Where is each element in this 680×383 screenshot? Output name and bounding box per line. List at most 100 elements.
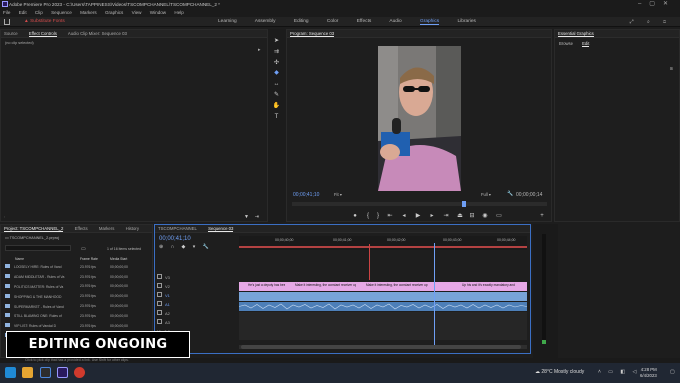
razor-tool-icon[interactable]: ◆ <box>272 69 281 78</box>
tab-source[interactable]: Source <box>4 31 18 36</box>
menu-clip[interactable]: Clip <box>35 10 43 15</box>
window-controls[interactable]: –▢✕ <box>638 0 676 7</box>
lock-icon[interactable] <box>157 301 162 306</box>
tab-learning[interactable]: Learning <box>218 19 237 24</box>
mark-in-icon[interactable]: { <box>365 213 371 219</box>
timeline-scrollbar[interactable] <box>239 345 527 349</box>
file-explorer-icon[interactable] <box>22 367 33 378</box>
play-icon[interactable]: ▶ <box>415 213 421 219</box>
workspace-tools[interactable]: ⤢ ⌕ ◻ <box>630 19 672 25</box>
project-row[interactable]: LOOSELY HIRE: Rules of Vand 23.976 fps 00;… <box>5 262 148 272</box>
timeline-tool-icons[interactable]: ⊕ ∩ ◆ ▾ 🔧 <box>159 244 212 250</box>
extract-icon[interactable]: ⊟ <box>469 213 475 219</box>
caption-clip[interactable]: He's just a deputy has been waiting for … <box>239 282 285 290</box>
caption-clip[interactable]: Up his and it's exactly mandatory and <box>453 282 527 290</box>
project-row[interactable]: STILL BLAMING ONE: Rules of 23.976 fps 00;… <box>5 311 148 321</box>
track-header-a2[interactable]: A2 <box>157 310 237 319</box>
project-search-input[interactable] <box>5 245 71 251</box>
substitute-fonts-warning[interactable]: ▲ Substitute Fonts <box>24 19 65 24</box>
track-header-a1[interactable]: A1 <box>157 301 237 310</box>
video-clip[interactable] <box>239 292 527 301</box>
tab-graphics[interactable]: Graphics <box>420 19 440 25</box>
track-select-tool-icon[interactable]: ⇉ <box>272 48 281 57</box>
windows-start-icon[interactable] <box>5 367 16 378</box>
tab-effects[interactable]: Effects <box>357 19 372 24</box>
export-icon[interactable]: ⇥ <box>255 214 259 220</box>
lock-icon[interactable] <box>157 319 162 324</box>
go-to-in-icon[interactable]: ⇤ <box>387 213 393 219</box>
step-back-icon[interactable]: ◂ <box>401 213 407 219</box>
premiere-taskbar-icon[interactable] <box>57 367 68 378</box>
project-row[interactable]: ADAM MIDDLETAR - Rules of Va 23.976 fps 00… <box>5 272 148 282</box>
filter-icon[interactable]: ▼ <box>244 214 249 220</box>
tab-effects-bottom[interactable]: Effects <box>75 226 88 231</box>
video-frame[interactable] <box>378 46 461 191</box>
tab-project[interactable]: Project: TSCOMPCHANNEL_2 <box>4 226 64 232</box>
tab-markers[interactable]: Markers <box>99 226 115 231</box>
track-header-v1[interactable]: V1 <box>157 292 237 301</box>
tab-edit[interactable]: Edit <box>582 41 590 47</box>
ripple-edit-tool-icon[interactable]: ✣ <box>272 59 281 68</box>
go-to-out-icon[interactable]: ⇥ <box>443 213 449 219</box>
hand-tool-icon[interactable]: ✋ <box>272 102 281 111</box>
tab-audio-clip-mixer[interactable]: Audio Clip Mixer: Sequence 03 <box>68 31 127 36</box>
timeline-ruler[interactable]: 00;00;40;00 00;00;41;00 00;00;42;00 00;0… <box>239 236 527 250</box>
notification-icon[interactable]: ▢ <box>670 369 675 375</box>
program-playhead[interactable] <box>462 201 466 207</box>
tab-editing[interactable]: Editing <box>294 19 309 24</box>
type-tool-icon[interactable]: T <box>272 113 281 122</box>
track-header-a3[interactable]: A3 <box>157 319 237 328</box>
timeline-timecode[interactable]: 00;00;41;10 <box>159 236 191 242</box>
menu-sequence[interactable]: Sequence <box>51 10 72 15</box>
selection-tool-icon[interactable]: ➤ <box>272 37 281 46</box>
tab-assembly[interactable]: Assembly <box>255 19 276 24</box>
project-row[interactable]: POLITICS MATTER: Rules of Va 23.976 fps 00… <box>5 282 148 292</box>
lock-icon[interactable] <box>157 274 162 279</box>
menu-view[interactable]: View <box>132 10 142 15</box>
tab-libraries[interactable]: Libraries <box>458 19 476 24</box>
button-editor-icon[interactable]: + <box>539 213 545 219</box>
project-row[interactable]: SHOPPING & THE MANHOOD 23.976 fps 00;00;00… <box>5 291 148 301</box>
add-marker-icon[interactable]: ● <box>352 213 358 219</box>
chrome-icon[interactable] <box>74 367 85 378</box>
lock-icon[interactable] <box>157 283 162 288</box>
work-area-bar[interactable] <box>239 246 527 248</box>
audio-clip-a1[interactable] <box>238 302 528 311</box>
menu-markers[interactable]: Markers <box>80 10 97 15</box>
clock[interactable]: 4:28 PM 6/4/2023 <box>640 367 657 379</box>
caption-track[interactable]: He's just a deputy has been waiting for … <box>239 282 527 291</box>
tab-audio[interactable]: Audio <box>389 19 401 24</box>
lock-icon[interactable] <box>157 310 162 315</box>
track-header-v2[interactable]: V2 <box>157 283 237 292</box>
menu-edit[interactable]: Edit <box>19 10 27 15</box>
new-layer-icon[interactable]: ⊞ <box>670 66 673 71</box>
empty-tracks[interactable] <box>239 312 527 340</box>
system-tray-icons[interactable]: ˄ ▭ ◧ ◁ <box>598 369 639 375</box>
caption-clip[interactable]: Make it interesting, the constant receiv… <box>357 282 452 290</box>
menu-window[interactable]: Window <box>150 10 166 15</box>
tab-history[interactable]: History <box>126 226 139 231</box>
edge-icon[interactable] <box>40 367 51 378</box>
fit-dropdown[interactable]: Fit ▾ <box>334 192 342 197</box>
caption-clip[interactable]: Make it interesting, the constant receiv… <box>286 282 356 290</box>
tab-color[interactable]: Color <box>327 19 338 24</box>
tab-browse[interactable]: Browse <box>559 41 573 46</box>
step-forward-icon[interactable]: ▸ <box>429 213 435 219</box>
slip-tool-icon[interactable]: ↔ <box>272 80 281 89</box>
project-row[interactable]: VIP LIST: Rules of Vandal D 23.976 fps 00;… <box>5 321 148 331</box>
scroll-thumb[interactable] <box>241 345 521 349</box>
quality-dropdown[interactable]: Full ▾ <box>481 192 491 197</box>
track-header-v3[interactable]: V3 <box>157 274 237 283</box>
project-row[interactable]: SUPERMARKET - Rules of Vand 23.976 fps 00;… <box>5 301 148 311</box>
lift-icon[interactable]: ⏏ <box>457 213 463 219</box>
comparison-view-icon[interactable]: ▭ <box>496 213 502 219</box>
mark-out-icon[interactable]: } <box>375 213 381 219</box>
weather-widget[interactable]: ☁ 28°C Mostly cloudy <box>535 369 584 375</box>
wrench-icon[interactable]: 🔧 <box>507 191 513 197</box>
timeline-playhead[interactable] <box>434 243 435 349</box>
menu-graphics[interactable]: Graphics <box>105 10 123 15</box>
program-scrubber[interactable] <box>292 201 547 207</box>
export-frame-icon[interactable]: ◉ <box>482 213 488 219</box>
tab-tscompchannel[interactable]: TSCOMPCHANNEL <box>158 226 197 231</box>
new-bin-icon[interactable]: ▭ <box>81 246 86 252</box>
